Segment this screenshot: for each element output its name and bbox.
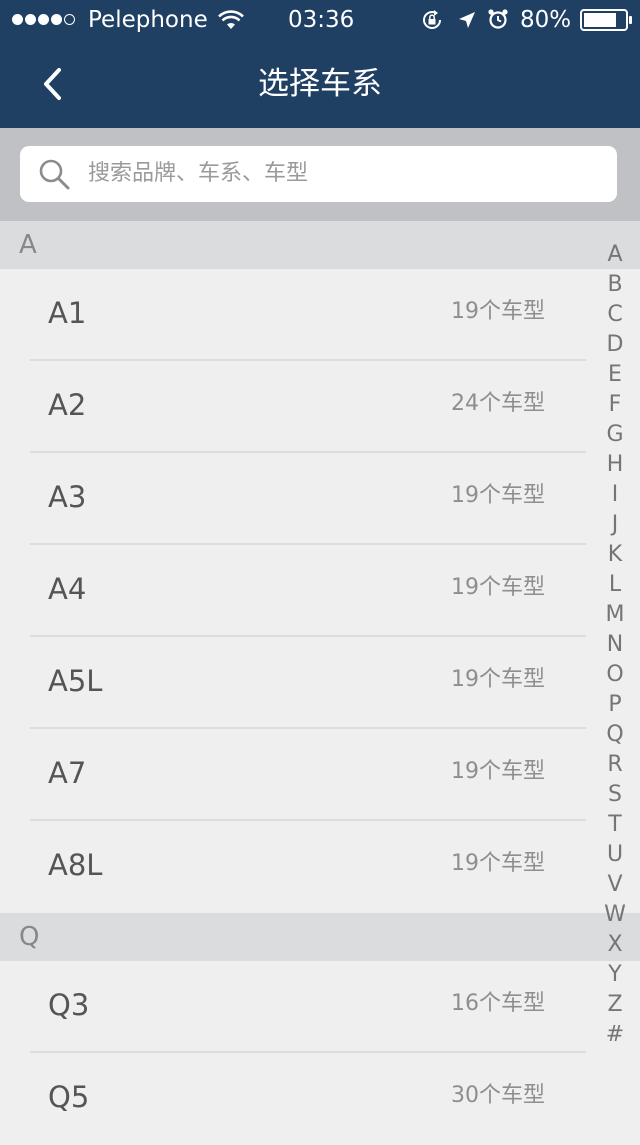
index-letter[interactable]: H bbox=[600, 450, 630, 480]
index-letter[interactable]: M bbox=[600, 600, 630, 630]
index-letter[interactable]: Z bbox=[600, 990, 630, 1020]
series-name: Q3 bbox=[48, 988, 90, 1022]
status-bar: Pelephone 03:36 80% bbox=[0, 0, 640, 40]
series-name: A7 bbox=[48, 756, 87, 790]
series-list: A A1 19个车型 A2 24个车型 A3 19个车型 A4 19个车型 A5… bbox=[0, 221, 640, 1145]
index-letter[interactable]: L bbox=[600, 570, 630, 600]
list-item[interactable]: Q3 16个车型 bbox=[0, 961, 640, 1053]
location-icon bbox=[457, 9, 477, 37]
list-item[interactable]: A2 24个车型 bbox=[0, 361, 640, 453]
index-letter[interactable]: R bbox=[600, 750, 630, 780]
index-letter[interactable]: Q bbox=[600, 720, 630, 750]
model-count: 16个车型 bbox=[451, 991, 545, 1016]
list-item[interactable]: A1 19个车型 bbox=[0, 269, 640, 361]
section-header-a: A bbox=[0, 221, 640, 269]
alphabet-index[interactable]: A B C D E F G H I J K L M N O P Q R S T U V W X Y Z # bbox=[600, 240, 630, 1050]
index-letter[interactable]: J bbox=[600, 510, 630, 540]
list-item[interactable]: A8L 19个车型 bbox=[0, 821, 640, 913]
carrier-name: Pelephone bbox=[88, 7, 208, 33]
wifi-icon bbox=[218, 9, 244, 37]
list-item[interactable]: A5L 19个车型 bbox=[0, 637, 640, 729]
index-letter[interactable]: V bbox=[600, 870, 630, 900]
model-count: 19个车型 bbox=[451, 299, 545, 324]
model-count: 19个车型 bbox=[451, 851, 545, 876]
index-letter[interactable]: G bbox=[600, 420, 630, 450]
list-item[interactable]: A7 19个车型 bbox=[0, 729, 640, 821]
series-name: Q5 bbox=[48, 1080, 90, 1114]
index-letter[interactable]: D bbox=[600, 330, 630, 360]
model-count: 19个车型 bbox=[451, 575, 545, 600]
model-count: 19个车型 bbox=[451, 759, 545, 784]
model-count: 19个车型 bbox=[451, 667, 545, 692]
model-count: 24个车型 bbox=[451, 391, 545, 416]
navigation-bar: 选择车系 bbox=[0, 40, 640, 128]
index-letter[interactable]: B bbox=[600, 270, 630, 300]
index-letter[interactable]: P bbox=[600, 690, 630, 720]
series-name: A2 bbox=[48, 388, 87, 422]
rotation-lock-icon bbox=[421, 9, 443, 38]
series-name: A1 bbox=[48, 296, 87, 330]
index-letter[interactable]: K bbox=[600, 540, 630, 570]
signal-strength-icon bbox=[12, 14, 77, 25]
index-letter[interactable]: F bbox=[600, 390, 630, 420]
series-name: A5L bbox=[48, 664, 103, 698]
index-letter[interactable]: # bbox=[600, 1020, 630, 1050]
index-letter[interactable]: N bbox=[600, 630, 630, 660]
index-letter[interactable]: C bbox=[600, 300, 630, 330]
list-item[interactable]: A4 19个车型 bbox=[0, 545, 640, 637]
model-count: 30个车型 bbox=[451, 1083, 545, 1108]
battery-icon bbox=[574, 7, 632, 35]
search-placeholder: 搜索品牌、车系、车型 bbox=[88, 161, 309, 186]
clock-time: 03:36 bbox=[288, 7, 355, 33]
search-input[interactable]: 搜索品牌、车系、车型 bbox=[20, 146, 617, 202]
search-area: 搜索品牌、车系、车型 bbox=[0, 128, 640, 221]
index-letter[interactable]: E bbox=[600, 360, 630, 390]
series-name: A4 bbox=[48, 572, 87, 606]
list-item[interactable]: Q5 30个车型 bbox=[0, 1053, 640, 1145]
index-letter[interactable]: I bbox=[600, 480, 630, 510]
series-name: A3 bbox=[48, 480, 87, 514]
index-letter[interactable]: O bbox=[600, 660, 630, 690]
series-name: A8L bbox=[48, 848, 103, 882]
index-letter[interactable]: A bbox=[600, 240, 630, 270]
index-letter[interactable]: W bbox=[600, 900, 630, 930]
alarm-icon bbox=[487, 8, 509, 37]
model-count: 19个车型 bbox=[451, 483, 545, 508]
section-header-q: Q bbox=[0, 913, 640, 961]
index-letter[interactable]: U bbox=[600, 840, 630, 870]
list-item[interactable]: A3 19个车型 bbox=[0, 453, 640, 545]
battery-percent: 80% bbox=[520, 7, 572, 33]
index-letter[interactable]: T bbox=[600, 810, 630, 840]
index-letter[interactable]: Y bbox=[600, 960, 630, 990]
index-letter[interactable]: S bbox=[600, 780, 630, 810]
index-letter[interactable]: X bbox=[600, 930, 630, 960]
search-icon bbox=[39, 159, 70, 190]
page-title: 选择车系 bbox=[258, 66, 382, 102]
